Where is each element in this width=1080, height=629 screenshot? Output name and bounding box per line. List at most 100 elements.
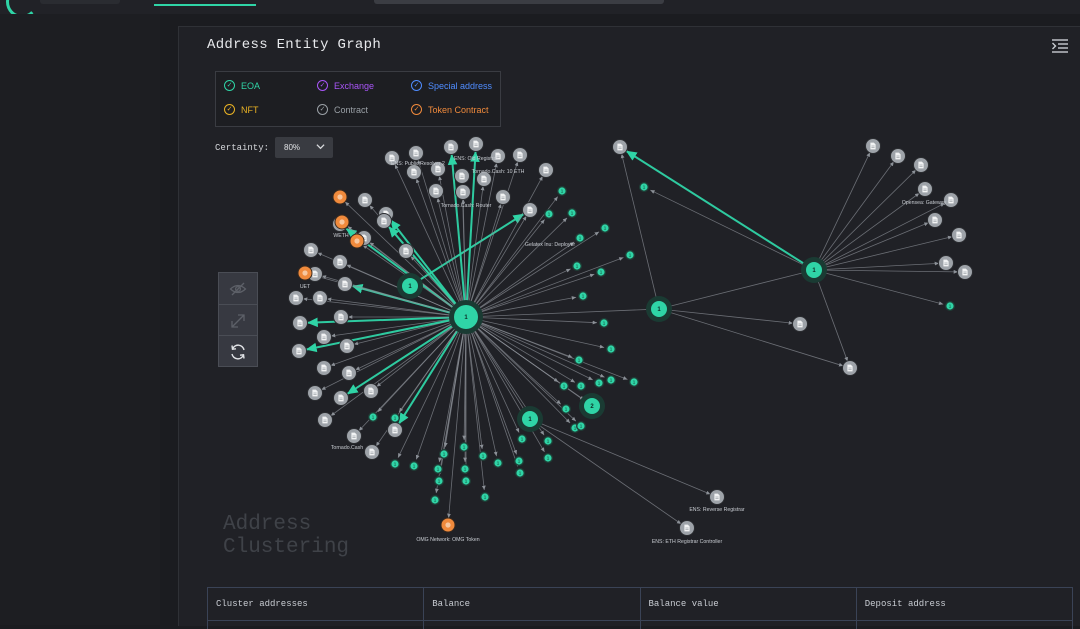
refresh-graph-button[interactable]	[219, 335, 257, 367]
contract-node[interactable]	[332, 254, 348, 270]
legend-exchange[interactable]: ✓ Exchange	[317, 80, 374, 91]
legend-special-address[interactable]: ✓ Special address	[411, 80, 492, 91]
eoa-node[interactable]: 1	[543, 436, 553, 446]
eoa-node[interactable]: 1	[459, 442, 469, 452]
contract-node[interactable]	[679, 520, 695, 536]
contract-node[interactable]	[333, 390, 349, 406]
table-row[interactable]	[207, 619, 1073, 629]
active-tab-indicator[interactable]	[154, 4, 256, 6]
contract-node[interactable]	[495, 189, 511, 205]
node-label[interactable]: Tornado.Cash: Router	[441, 203, 492, 209]
contract-node[interactable]	[307, 385, 323, 401]
eoa-node[interactable]: 1	[517, 434, 527, 444]
contract-node[interactable]	[398, 243, 414, 259]
eoa-node[interactable]: 1	[572, 261, 582, 271]
eoa-node[interactable]: 1	[478, 451, 488, 461]
eoa-node[interactable]: 1	[945, 301, 955, 311]
legend-eoa[interactable]: ✓ EOA	[224, 80, 260, 91]
contract-node[interactable]	[317, 412, 333, 428]
search-bar[interactable]	[374, 0, 664, 4]
certainty-select[interactable]: 80%	[275, 137, 333, 158]
eoa-node[interactable]: 1	[596, 267, 606, 277]
cluster-hub-node[interactable]: 1	[449, 300, 483, 334]
eoa-node[interactable]: 1	[368, 412, 378, 422]
contract-node[interactable]	[454, 168, 470, 184]
contract-node[interactable]	[957, 264, 973, 280]
eoa-node[interactable]: 1	[599, 318, 609, 328]
contract-node[interactable]	[364, 444, 380, 460]
contract-node[interactable]	[842, 360, 858, 376]
node-label[interactable]: WETH	[333, 233, 349, 239]
contract-node[interactable]	[339, 338, 355, 354]
contract-node[interactable]	[522, 202, 538, 218]
eoa-node[interactable]: 1	[559, 381, 569, 391]
eoa-node[interactable]: 1	[576, 421, 586, 431]
eoa-node[interactable]: 1	[543, 453, 553, 463]
eoa-node[interactable]: 1	[460, 464, 470, 474]
contract-node[interactable]	[333, 309, 349, 325]
eoa-node[interactable]: 1	[514, 456, 524, 466]
contract-node[interactable]	[292, 315, 308, 331]
eoa-node[interactable]: 1	[493, 458, 503, 468]
eoa-node[interactable]: 1	[600, 223, 610, 233]
contract-node[interactable]	[357, 192, 373, 208]
eoa-node[interactable]: 1	[515, 468, 525, 478]
legend-token-contract[interactable]: ✓ Token Contract	[411, 104, 489, 115]
node-label[interactable]: Opensea: Gateway	[902, 200, 947, 206]
contract-node[interactable]	[312, 290, 328, 306]
eoa-node[interactable]: 1	[430, 495, 440, 505]
contract-node[interactable]	[612, 139, 628, 155]
node-label[interactable]: ENS: Old Registrar	[454, 156, 498, 162]
eoa-node[interactable]: 1	[439, 449, 449, 459]
collapse-panel-icon[interactable]	[1051, 38, 1069, 54]
token-contract-node[interactable]	[297, 265, 313, 281]
hide-nodes-button[interactable]	[219, 273, 257, 304]
contract-node[interactable]	[408, 145, 424, 161]
node-label[interactable]: OMG Network: OMG Token	[416, 537, 479, 543]
eoa-node[interactable]: 1	[574, 355, 584, 365]
token-contract-node[interactable]	[334, 214, 350, 230]
contract-node[interactable]	[316, 329, 332, 345]
contract-node[interactable]	[346, 428, 362, 444]
contract-node[interactable]	[337, 276, 353, 292]
eoa-node[interactable]: 1	[433, 464, 443, 474]
contract-node[interactable]	[917, 181, 933, 197]
eoa-node[interactable]: 1	[557, 186, 567, 196]
eoa-node[interactable]: 1	[390, 459, 400, 469]
cluster-hub-node[interactable]: 1	[397, 273, 423, 299]
node-label[interactable]: UET	[300, 284, 311, 290]
node-label[interactable]: Gelatex Inu: Deployer	[525, 242, 575, 248]
eoa-node[interactable]: 1	[561, 404, 571, 414]
cluster-hub-node[interactable]: 1	[517, 406, 543, 432]
contract-node[interactable]	[387, 422, 403, 438]
contract-node[interactable]	[938, 255, 954, 271]
contract-node[interactable]	[865, 138, 881, 154]
column-header-cluster-addresses[interactable]: Cluster addresses	[208, 588, 425, 620]
eoa-node[interactable]: 1	[639, 182, 649, 192]
contract-node[interactable]	[890, 148, 906, 164]
eoa-node[interactable]: 1	[461, 476, 471, 486]
node-label[interactable]: ENS: Public Resolver 2	[391, 161, 445, 167]
token-contract-node[interactable]	[332, 189, 348, 205]
contract-node[interactable]	[512, 147, 528, 163]
node-label[interactable]: ENS: ETH Registrar Controller	[652, 539, 723, 545]
contract-node[interactable]	[468, 136, 484, 152]
eoa-node[interactable]: 1	[594, 378, 604, 388]
contract-node[interactable]	[792, 316, 808, 332]
graph-nodes[interactable]: 11 11111111111111 111111111111111111 111111…	[288, 136, 973, 536]
eoa-node[interactable]: 1	[576, 381, 586, 391]
eoa-node[interactable]: 1	[390, 413, 400, 423]
expand-graph-button[interactable]	[219, 304, 257, 336]
eoa-node[interactable]: 1	[434, 476, 444, 486]
contract-node[interactable]	[538, 162, 554, 178]
node-label[interactable]: ENS: Reverse Registrar	[689, 507, 745, 513]
column-header-deposit-address[interactable]: Deposit address	[857, 588, 1072, 620]
contract-node[interactable]	[291, 343, 307, 359]
contract-node[interactable]	[443, 139, 459, 155]
contract-node[interactable]	[709, 489, 725, 505]
eoa-node[interactable]: 1	[625, 250, 635, 260]
eoa-node[interactable]: 1	[480, 492, 490, 502]
contract-node[interactable]	[363, 383, 379, 399]
eoa-node[interactable]: 1	[606, 375, 616, 385]
contract-node[interactable]	[913, 157, 929, 173]
